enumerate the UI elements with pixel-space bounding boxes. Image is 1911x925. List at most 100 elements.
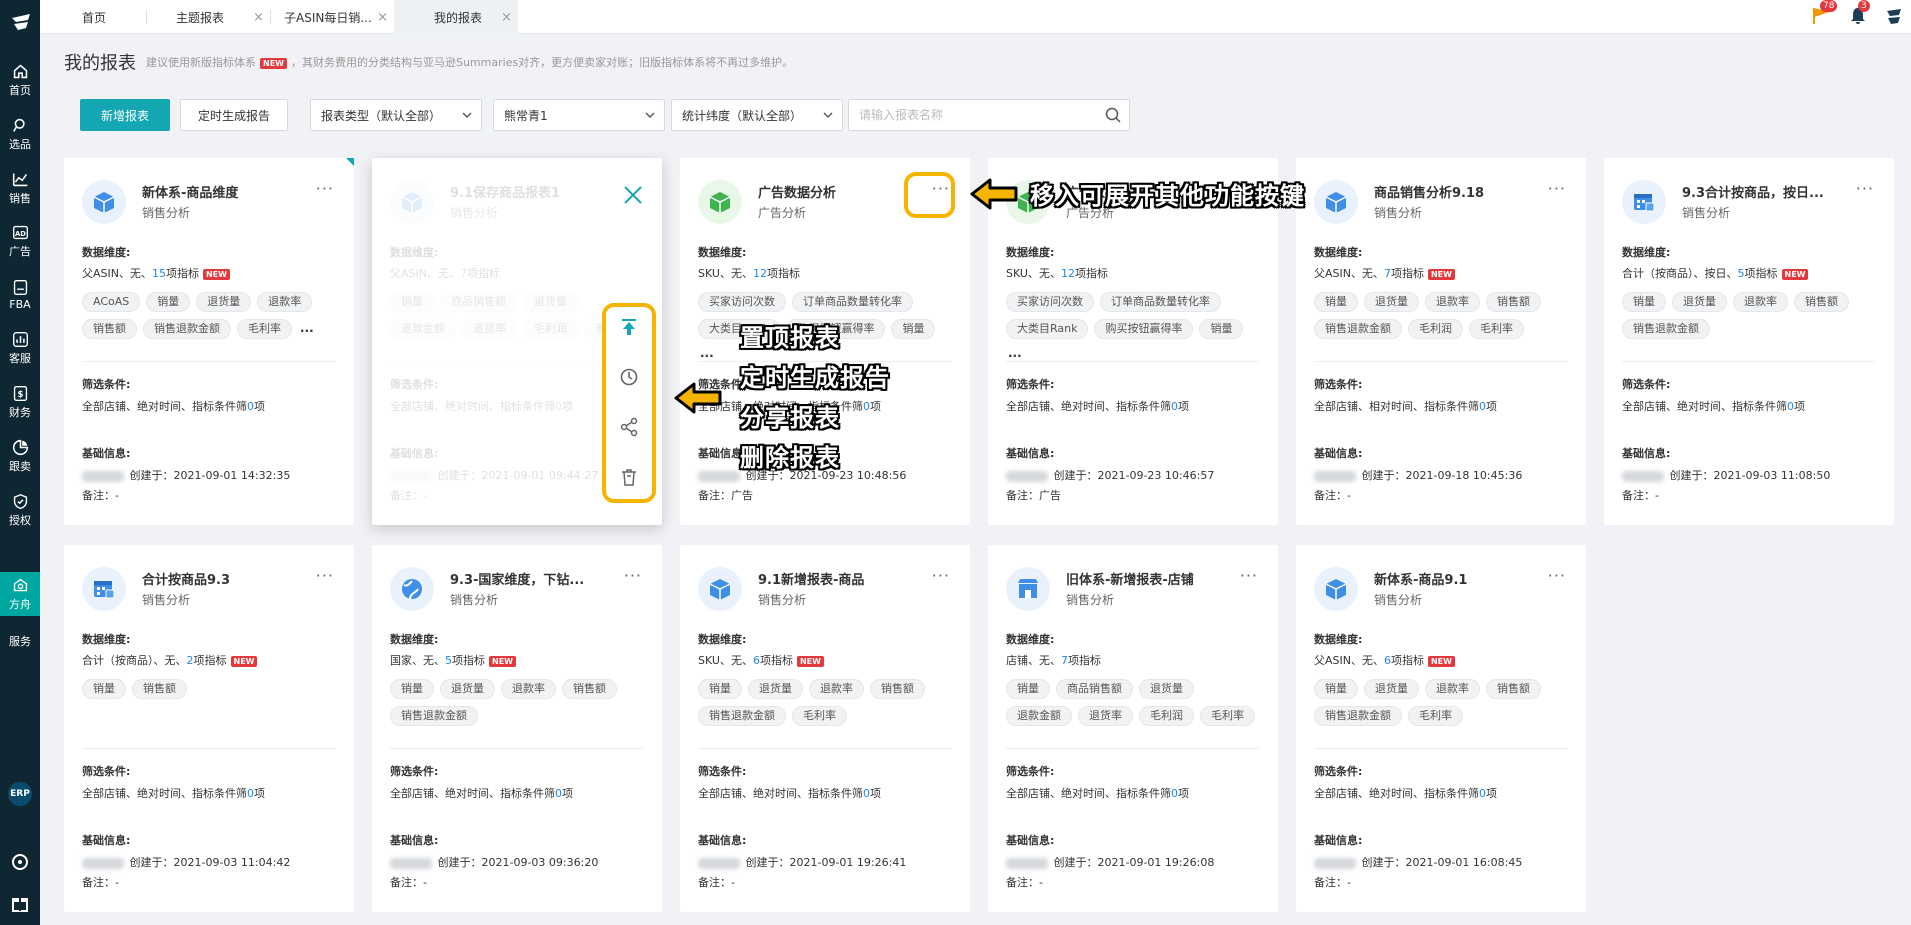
annotation-delete: 删除报表 [740, 444, 840, 472]
sidebar-item-0[interactable]: 首页 [0, 56, 40, 104]
sidebar-item-8[interactable]: 授权 [0, 486, 40, 534]
sidebar-item-4[interactable]: FBA [0, 271, 40, 319]
filter-prefix: 全部店铺、绝对时间、指标条件筛 [390, 787, 555, 800]
metric-count[interactable]: 12 [753, 267, 767, 280]
filter-count[interactable]: 0 [1479, 787, 1486, 800]
report-type-select[interactable]: 报表类型（默认全部） [310, 99, 482, 131]
filter-count[interactable]: 0 [863, 787, 870, 800]
schedule-report-button[interactable]: 定时生成报告 [180, 99, 288, 131]
close-icon[interactable]: × [253, 10, 264, 25]
filter-count[interactable]: 0 [1171, 787, 1178, 800]
more-actions-button[interactable]: ··· [1856, 181, 1874, 197]
sidebar-item-service[interactable]: 服务 [0, 633, 40, 649]
card-title[interactable]: 旧体系-新增报表-店铺 [1066, 569, 1236, 588]
report-search [848, 99, 1130, 131]
sidebar-item-5[interactable]: 客服 [0, 324, 40, 372]
sidebar-item-2[interactable]: 销售 [0, 164, 40, 212]
filter-count[interactable]: 0 [247, 787, 254, 800]
bell-icon[interactable]: 3 [1848, 0, 1870, 26]
report-card[interactable]: 9.1保存商品报表1 销售分析 数据维度: 父ASIN、无、7项指标 销量 商品销售额 退货… [372, 158, 662, 525]
card-title[interactable]: 新体系-商品9.1 [1374, 569, 1544, 588]
divider [82, 748, 336, 749]
created-info: 创建于：2021-09-01 16:08:45 [1314, 854, 1522, 870]
report-card[interactable]: 广告数据分析 广告分析 ··· 数据维度: SKU、无、12项指标 买家访问次数 订单商品数… [988, 158, 1278, 525]
sidebar-item-9[interactable]: 方舟 [0, 572, 40, 616]
data-dim-value: 父ASIN、无、6项指标 NEW [1314, 652, 1459, 668]
logo-icon[interactable] [10, 12, 32, 32]
flag-icon[interactable]: 78 [1810, 0, 1838, 26]
more-actions-button[interactable]: ··· [316, 181, 334, 197]
report-card[interactable]: 新体系-商品维度 销售分析 ··· 数据维度: 父ASIN、无、15项指标 NEW ACoA… [64, 158, 354, 525]
sidebar-item-3[interactable]: AD 广告 [0, 217, 40, 265]
metric-count[interactable]: 5 [445, 654, 452, 667]
metric-count[interactable]: 6 [1384, 654, 1391, 667]
trash-icon[interactable] [619, 467, 639, 487]
report-card[interactable]: 新体系-商品9.1 销售分析 ··· 数据维度: 父ASIN、无、6项指标 NEW 销量 退货… [1296, 545, 1586, 912]
metric-count[interactable]: 7 [1061, 654, 1068, 667]
report-card[interactable]: 旧体系-新增报表-店铺 销售分析 ··· 数据维度: 店铺、无、7项指标 销量 商品销售额退… [988, 545, 1278, 912]
report-card[interactable]: 商品销售分析9.18 销售分析 ··· 数据维度: 父ASIN、无、7项指标 NEW 销量退… [1296, 158, 1586, 525]
report-card[interactable]: 9.3合计按商品，按日... 销售分析 ··· 数据维度: 合计（按商品）、按日、5项指… [1604, 158, 1894, 525]
close-icon[interactable]: × [501, 10, 512, 25]
report-card[interactable]: 合计按商品9.3 销售分析 ··· 数据维度: 合计（按商品）、无、2项指标 NEW 销量销… [64, 545, 354, 912]
close-icon[interactable] [622, 184, 644, 206]
card-title[interactable]: 9.3合计按商品，按日... [1682, 182, 1852, 201]
store-select[interactable]: 熊常青1 [493, 99, 665, 131]
sidebar-item-7[interactable]: 跟卖 [0, 432, 40, 480]
sidebar-item-6[interactable]: $ 财务 [0, 378, 40, 426]
user-avatar-icon[interactable] [1884, 6, 1904, 26]
filter-count[interactable]: 0 [1479, 400, 1486, 413]
tab-child-asin[interactable]: 子ASIN每日销... × [270, 0, 394, 34]
tab-separator [270, 10, 271, 24]
tab-my-reports[interactable]: 我的报表 × [394, 0, 518, 34]
more-actions-button[interactable]: ··· [624, 568, 642, 584]
new-badge: NEW [260, 57, 287, 69]
metric-count[interactable]: 5 [1738, 267, 1745, 280]
card-title[interactable]: 9.3-国家维度，下钻... [450, 569, 620, 588]
metric-count[interactable]: 7 [1384, 267, 1391, 280]
new-badge: NEW [796, 655, 824, 667]
metric-count[interactable]: 2 [187, 654, 194, 667]
close-icon[interactable]: × [377, 10, 388, 25]
sidebar-item-1[interactable]: 选品 [0, 110, 40, 158]
more-actions-button[interactable]: ··· [932, 568, 950, 584]
filter-count[interactable]: 0 [1787, 400, 1794, 413]
metric-tag: 销量 [1006, 679, 1050, 699]
tab-theme-report[interactable]: 主题报表 × [146, 0, 270, 34]
filter-count[interactable]: 0 [555, 787, 562, 800]
metric-count[interactable]: 15 [152, 267, 166, 280]
gift-icon[interactable] [10, 893, 30, 913]
support-icon[interactable] [10, 852, 30, 872]
filter-count[interactable]: 0 [863, 400, 870, 413]
report-card[interactable]: 9.3-国家维度，下钻... 销售分析 ··· 数据维度: 国家、无、5项指标 NEW 销量… [372, 545, 662, 912]
dim-prefix: 国家、无、 [390, 654, 445, 667]
dim-prefix: 店铺、无、 [1006, 654, 1061, 667]
dimension-select[interactable]: 统计纬度（默认全部） [671, 99, 843, 131]
filter-count[interactable]: 0 [247, 400, 254, 413]
add-report-button[interactable]: 新增报表 [80, 99, 170, 131]
blurred-username [82, 470, 124, 482]
report-card[interactable]: 9.1新增报表-商品 销售分析 ··· 数据维度: SKU、无、6项指标 NEW 销量 退货量… [680, 545, 970, 912]
search-icon[interactable] [1105, 107, 1121, 123]
divider [1622, 361, 1876, 362]
filter-count[interactable]: 0 [1171, 400, 1178, 413]
erp-badge[interactable]: ERP [8, 782, 32, 806]
share-icon[interactable] [619, 417, 639, 437]
card-title[interactable]: 合计按商品9.3 [142, 569, 312, 588]
card-title[interactable]: 新体系-商品维度 [142, 182, 312, 201]
pin-top-icon[interactable] [619, 317, 639, 337]
card-title[interactable]: 9.1新增报表-商品 [758, 569, 928, 588]
card-title[interactable]: 广告数据分析 [758, 182, 928, 201]
search-input[interactable] [849, 100, 1089, 130]
card-title[interactable]: 商品销售分析9.18 [1374, 182, 1544, 201]
more-actions-button[interactable]: ··· [316, 568, 334, 584]
blurred-username [698, 470, 740, 482]
more-actions-button[interactable]: ··· [1240, 568, 1258, 584]
metric-count[interactable]: 6 [753, 654, 760, 667]
metric-tag: 毛利率 [1200, 706, 1255, 726]
more-actions-button[interactable]: ··· [1548, 181, 1566, 197]
clock-icon[interactable] [619, 367, 639, 387]
metric-count[interactable]: 12 [1061, 267, 1075, 280]
more-actions-button[interactable]: ··· [1548, 568, 1566, 584]
tab-home[interactable]: 首页 [40, 0, 146, 34]
